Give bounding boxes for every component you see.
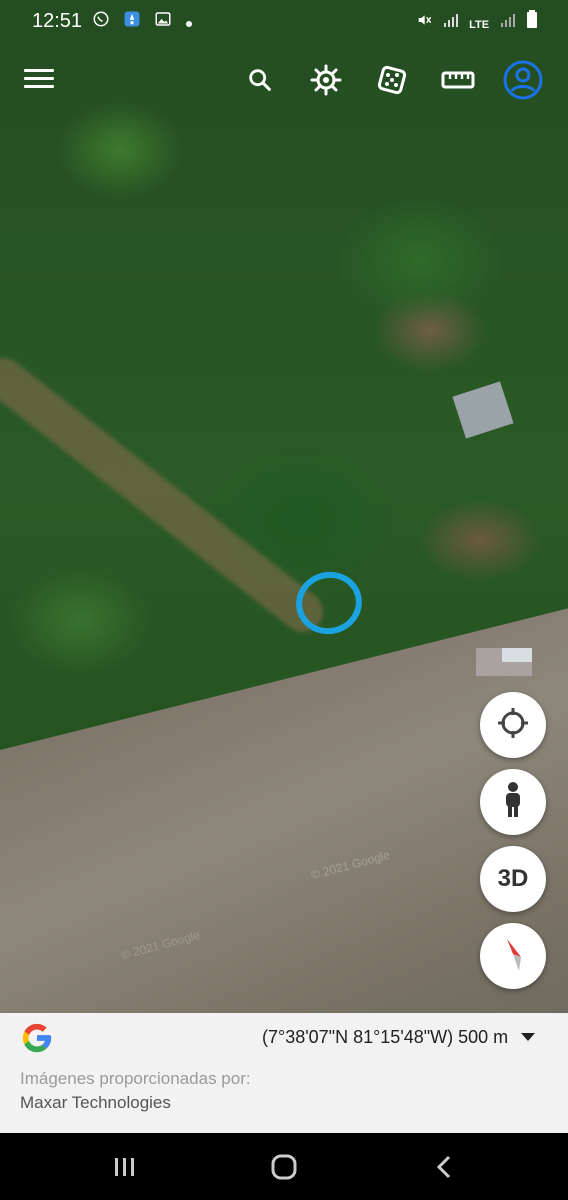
lte-icon: LTE: [469, 19, 490, 31]
roof: [452, 381, 514, 439]
imagery-credit-value: Maxar Technologies: [20, 1093, 171, 1112]
menu-icon[interactable]: [22, 64, 56, 98]
3d-toggle-button[interactable]: 3D: [480, 846, 546, 912]
battery-icon: [526, 10, 538, 32]
dot-icon: [185, 12, 193, 32]
home-icon[interactable]: [266, 1151, 302, 1183]
feeling-lucky-dice-icon[interactable]: [370, 58, 414, 102]
signal-icon: [443, 14, 463, 32]
crosshair-icon: [496, 706, 530, 745]
top-toolbar: [0, 56, 568, 108]
my-location-button[interactable]: [480, 692, 546, 758]
compass-button[interactable]: [480, 923, 546, 989]
street-view-button[interactable]: [480, 769, 546, 835]
account-icon[interactable]: [501, 58, 545, 102]
3d-label: 3D: [497, 865, 529, 892]
status-bar: 12:51 LTE: [0, 0, 568, 44]
roof: [502, 648, 532, 662]
mute-icon: [416, 15, 436, 32]
dirt-path: [0, 350, 331, 641]
pegman-icon: [501, 781, 525, 824]
chevron-down-icon[interactable]: [521, 1033, 535, 1041]
status-time: 12:51: [32, 10, 83, 32]
app-notification-icon: [123, 11, 146, 32]
compass-icon: [501, 933, 525, 980]
back-icon[interactable]: [426, 1151, 462, 1183]
search-icon[interactable]: [238, 58, 282, 102]
system-nav-bar: [0, 1133, 568, 1200]
voyager-wheel-icon[interactable]: [304, 58, 348, 102]
measure-ruler-icon[interactable]: [436, 58, 480, 102]
signal-icon-2: [500, 14, 520, 32]
bottom-info-panel[interactable]: (7°38'07"N 81°15'48"W) 500 m Imágenes pr…: [0, 1013, 568, 1133]
imagery-credit-label: Imágenes proporcionadas por:: [20, 1069, 251, 1088]
whatsapp-icon: [92, 11, 115, 32]
recent-apps-icon[interactable]: [107, 1151, 143, 1183]
gallery-icon: [154, 12, 177, 32]
google-logo-icon: [20, 1021, 54, 1055]
coordinates-scale[interactable]: (7°38'07"N 81°15'48"W) 500 m: [262, 1027, 508, 1048]
